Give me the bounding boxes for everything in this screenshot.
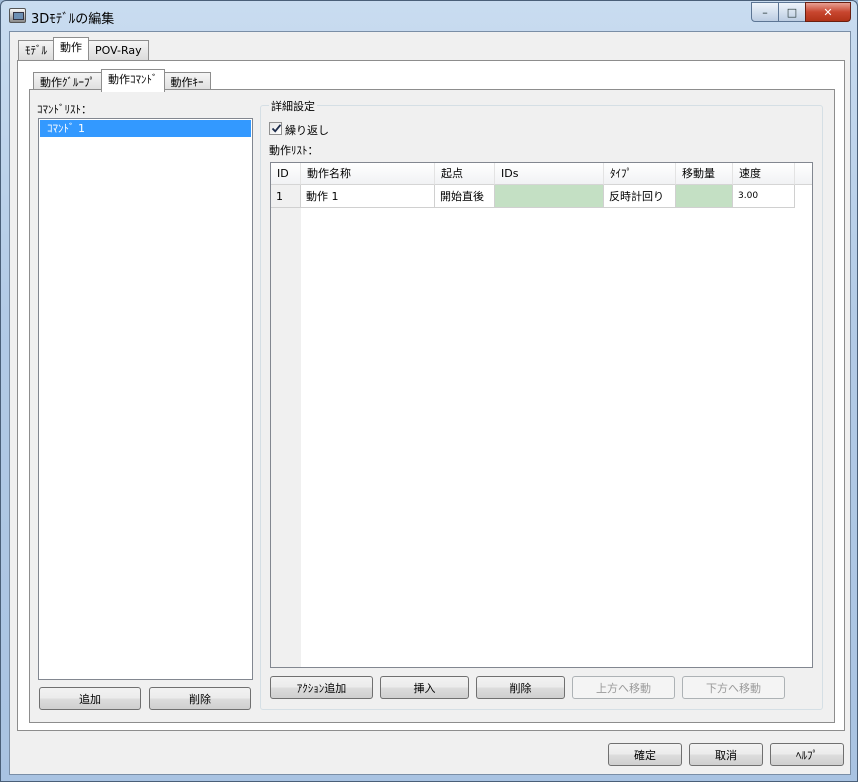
details-groupbox: 詳細設定 繰り返し 動作ﾘｽﾄ： ID 動作名称 起点 IDs ﾀｲﾌﾟ 移動量… (260, 98, 823, 710)
details-group-title: 詳細設定 (269, 98, 317, 114)
column-header-origin[interactable]: 起点 (435, 163, 495, 185)
delete-action-button[interactable]: 削除 (476, 676, 565, 699)
command-list-label: ｺﾏﾝﾄﾞﾘｽﾄ： (37, 103, 92, 116)
check-icon (271, 124, 282, 133)
motion-tab-panel: 動作ｸﾞﾙｰﾌﾟ 動作ｺﾏﾝﾄﾞ 動作ｷｰ ｺﾏﾝﾄﾞﾘｽﾄ： ｺﾏﾝﾄﾞ 1 … (17, 60, 845, 731)
cell-speed[interactable]: 3.00 (733, 185, 795, 208)
minimize-icon: – (762, 5, 768, 19)
tab-povray[interactable]: POV-Ray (88, 40, 149, 60)
action-list-grid[interactable]: ID 動作名称 起点 IDs ﾀｲﾌﾟ 移動量 速度 1 動作 1 開始直後 反… (270, 162, 813, 668)
tab-motion[interactable]: 動作 (53, 37, 89, 60)
close-icon: ✕ (823, 5, 833, 19)
cell-amount[interactable] (676, 185, 733, 208)
tab-model[interactable]: ﾓﾃﾞﾙ (18, 40, 54, 60)
grid-header: ID 動作名称 起点 IDs ﾀｲﾌﾟ 移動量 速度 (271, 163, 812, 185)
cell-ids[interactable] (495, 185, 604, 208)
tab-motion-command[interactable]: 動作ｺﾏﾝﾄﾞ (101, 69, 165, 92)
cell-type[interactable]: 反時計回り (604, 185, 676, 208)
column-header-speed[interactable]: 速度 (733, 163, 795, 185)
ok-button[interactable]: 確定 (608, 743, 682, 766)
table-row[interactable]: 1 動作 1 開始直後 反時計回り 3.00 (271, 185, 795, 208)
close-button[interactable]: ✕ (805, 2, 851, 22)
repeat-label: 繰り返し (285, 124, 329, 137)
dialog-window: 3Dﾓﾃﾞﾙの編集 – □ ✕ ﾓﾃﾞﾙ 動作 POV-Ray 動作ｸﾞﾙｰﾌﾟ… (0, 0, 858, 782)
column-header-amount[interactable]: 移動量 (676, 163, 733, 185)
repeat-checkbox[interactable] (269, 122, 282, 135)
column-header-type[interactable]: ﾀｲﾌﾟ (604, 163, 676, 185)
minimize-button[interactable]: – (751, 2, 779, 22)
command-listbox[interactable]: ｺﾏﾝﾄﾞ 1 (38, 118, 253, 680)
app-icon (9, 8, 26, 23)
cell-name[interactable]: 動作 1 (301, 185, 435, 208)
delete-command-button[interactable]: 削除 (149, 687, 251, 710)
move-up-button[interactable]: 上方へ移動 (572, 676, 675, 699)
action-list-label: 動作ﾘｽﾄ： (269, 144, 319, 157)
dialog-client-area: ﾓﾃﾞﾙ 動作 POV-Ray 動作ｸﾞﾙｰﾌﾟ 動作ｺﾏﾝﾄﾞ 動作ｷｰ ｺﾏ… (9, 31, 851, 775)
column-header-id[interactable]: ID (271, 163, 301, 185)
window-title: 3Dﾓﾃﾞﾙの編集 (31, 12, 115, 27)
list-item[interactable]: ｺﾏﾝﾄﾞ 1 (40, 120, 251, 137)
add-action-button[interactable]: ｱｸｼｮﾝ追加 (270, 676, 373, 699)
outer-tab-strip: ﾓﾃﾞﾙ 動作 POV-Ray (18, 37, 149, 60)
column-header-name[interactable]: 動作名称 (301, 163, 435, 185)
maximize-icon: □ (786, 5, 798, 19)
maximize-button[interactable]: □ (778, 2, 806, 22)
column-header-ids[interactable]: IDs (495, 163, 604, 185)
row-header-column (271, 185, 301, 667)
add-command-button[interactable]: 追加 (39, 687, 141, 710)
cancel-button[interactable]: 取消 (689, 743, 763, 766)
insert-button[interactable]: 挿入 (380, 676, 469, 699)
cell-id[interactable]: 1 (271, 185, 301, 208)
move-down-button[interactable]: 下方へ移動 (682, 676, 785, 699)
cell-origin[interactable]: 開始直後 (435, 185, 495, 208)
title-bar[interactable]: 3Dﾓﾃﾞﾙの編集 – □ ✕ (1, 1, 857, 31)
help-button[interactable]: ﾍﾙﾌﾟ (770, 743, 844, 766)
column-header-filler (795, 163, 812, 185)
motion-command-panel: ｺﾏﾝﾄﾞﾘｽﾄ： ｺﾏﾝﾄﾞ 1 追加 削除 詳細設定 繰り返し 動作ﾘｽﾄ： (29, 89, 835, 723)
